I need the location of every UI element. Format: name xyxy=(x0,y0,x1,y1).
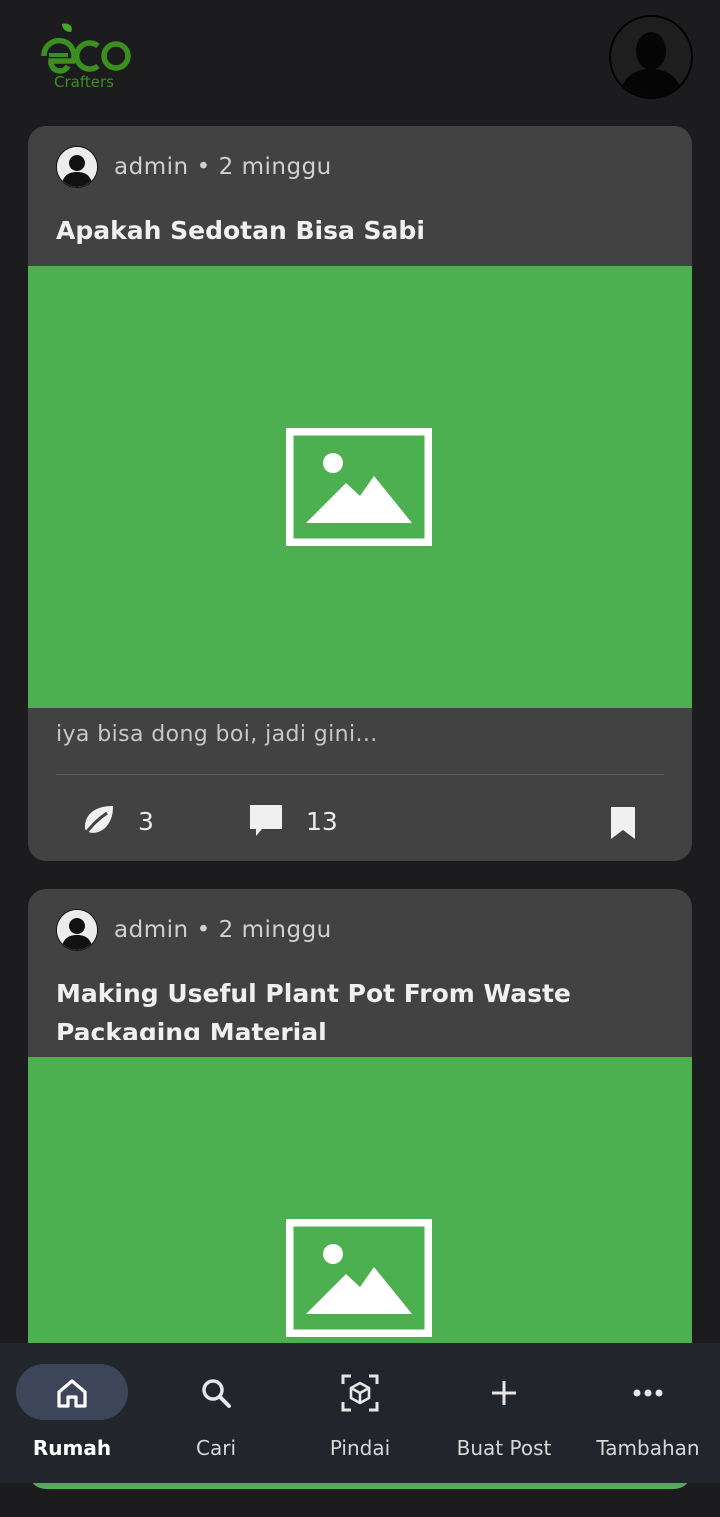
author-name[interactable]: admin xyxy=(114,154,189,180)
app-header: Crafters xyxy=(0,0,720,110)
nav-label: Buat Post xyxy=(456,1436,552,1460)
comment-count: 13 xyxy=(306,806,338,836)
nav-label: Rumah xyxy=(32,1436,112,1460)
nav-label: Cari xyxy=(196,1436,236,1460)
user-silhouette-icon xyxy=(57,910,97,950)
author-name[interactable]: admin xyxy=(114,917,189,943)
user-silhouette-icon xyxy=(611,17,691,97)
nav-item-cari[interactable]: Cari xyxy=(144,1343,288,1483)
post-card[interactable]: admin • 2 minggu Apakah Sedotan Bisa Sab… xyxy=(28,126,692,861)
post-title[interactable]: Making Useful Plant Pot From Waste Packa… xyxy=(56,974,666,1040)
post-feed: admin • 2 minggu Apakah Sedotan Bisa Sab… xyxy=(28,126,692,1517)
post-time: 2 minggu xyxy=(218,917,332,943)
post-meta: admin • 2 minggu xyxy=(56,909,332,951)
meta-separator: • xyxy=(196,917,211,943)
image-placeholder-icon xyxy=(286,428,432,546)
post-meta: admin • 2 minggu xyxy=(56,146,332,188)
plus-icon xyxy=(492,1381,516,1405)
bookmark-icon xyxy=(611,807,635,839)
author-avatar[interactable] xyxy=(56,146,98,188)
nav-label: Pindai xyxy=(329,1436,391,1460)
post-time: 2 minggu xyxy=(218,154,332,180)
divider xyxy=(56,774,664,775)
comment-button[interactable]: 13 xyxy=(248,796,338,846)
scan-icon xyxy=(341,1374,379,1412)
like-button[interactable]: 3 xyxy=(80,796,154,846)
nav-label: Tambahan xyxy=(596,1436,700,1460)
nav-item-buat-post[interactable]: Buat Post xyxy=(432,1343,576,1483)
post-image-placeholder[interactable] xyxy=(28,266,692,708)
post-actions: 3 13 xyxy=(28,786,692,856)
home-icon xyxy=(57,1379,87,1408)
search-icon xyxy=(202,1379,231,1408)
eco-crafters-logo[interactable]: Crafters xyxy=(40,20,135,92)
image-placeholder-icon xyxy=(286,1219,432,1337)
user-silhouette-icon xyxy=(57,147,97,187)
meta-separator: • xyxy=(196,154,211,180)
bookmark-button[interactable] xyxy=(610,798,636,848)
nav-item-tambahan[interactable]: Tambahan xyxy=(576,1343,720,1483)
logo-subtitle: Crafters xyxy=(54,73,114,91)
post-excerpt: iya bisa dong boi, jadi gini... xyxy=(56,722,378,747)
nav-item-rumah[interactable]: Rumah xyxy=(0,1343,144,1483)
post-title[interactable]: Apakah Sedotan Bisa Sabi xyxy=(56,211,666,250)
leaf-icon xyxy=(82,806,113,837)
nav-item-pindai[interactable]: Pindai xyxy=(288,1343,432,1483)
profile-avatar[interactable] xyxy=(609,15,693,99)
comment-icon xyxy=(250,805,282,836)
like-count: 3 xyxy=(138,806,154,836)
bottom-navigation: Rumah Cari Pindai Buat Post Tambahan xyxy=(0,1343,720,1483)
more-icon xyxy=(633,1389,663,1397)
author-avatar[interactable] xyxy=(56,909,98,951)
